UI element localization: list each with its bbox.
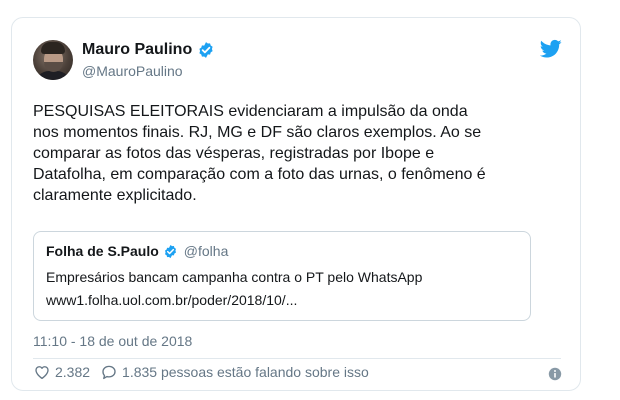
like-button[interactable]: 2.382 bbox=[33, 363, 90, 381]
tweet-timestamp[interactable]: 11:10 - 18 de out de 2018 bbox=[33, 333, 192, 349]
author-name[interactable]: Mauro Paulino bbox=[82, 41, 192, 59]
verified-badge-icon bbox=[164, 244, 176, 258]
divider bbox=[33, 358, 561, 359]
heart-icon bbox=[35, 366, 49, 380]
info-icon[interactable] bbox=[548, 367, 562, 381]
conversation-text: 1.835 pessoas estão falando sobre isso bbox=[122, 364, 369, 380]
twitter-bird-icon[interactable] bbox=[540, 39, 562, 59]
quoted-author-handle: @folha bbox=[183, 243, 229, 259]
tweet-card[interactable]: Mauro Paulino @MauroPaulino PESQUISAS EL… bbox=[11, 17, 581, 391]
author-handle[interactable]: @MauroPaulino bbox=[82, 63, 183, 79]
quoted-tweet-link[interactable]: www1.folha.uol.com.br/poder/2018/10/... bbox=[46, 292, 297, 308]
tweet-actions: 2.382 1.835 pessoas estão falando sobre … bbox=[33, 363, 369, 381]
conversation-button[interactable]: 1.835 pessoas estão falando sobre isso bbox=[100, 363, 369, 381]
quoted-tweet-text: Empresários bancam campanha contra o PT … bbox=[46, 269, 423, 285]
tweet-text: PESQUISAS ELEITORAIS evidenciaram a impu… bbox=[33, 103, 486, 204]
verified-badge-icon bbox=[199, 42, 213, 58]
speech-bubble-icon bbox=[102, 365, 116, 380]
quoted-author-name: Folha de S.Paulo bbox=[46, 243, 159, 259]
quoted-tweet[interactable]: Folha de S.Paulo @folha Empresários banc… bbox=[33, 231, 531, 321]
like-count: 2.382 bbox=[55, 364, 91, 380]
author-avatar[interactable] bbox=[33, 40, 73, 80]
quoted-author-row: Folha de S.Paulo @folha bbox=[46, 243, 228, 259]
author-name-row[interactable]: Mauro Paulino bbox=[82, 41, 215, 59]
